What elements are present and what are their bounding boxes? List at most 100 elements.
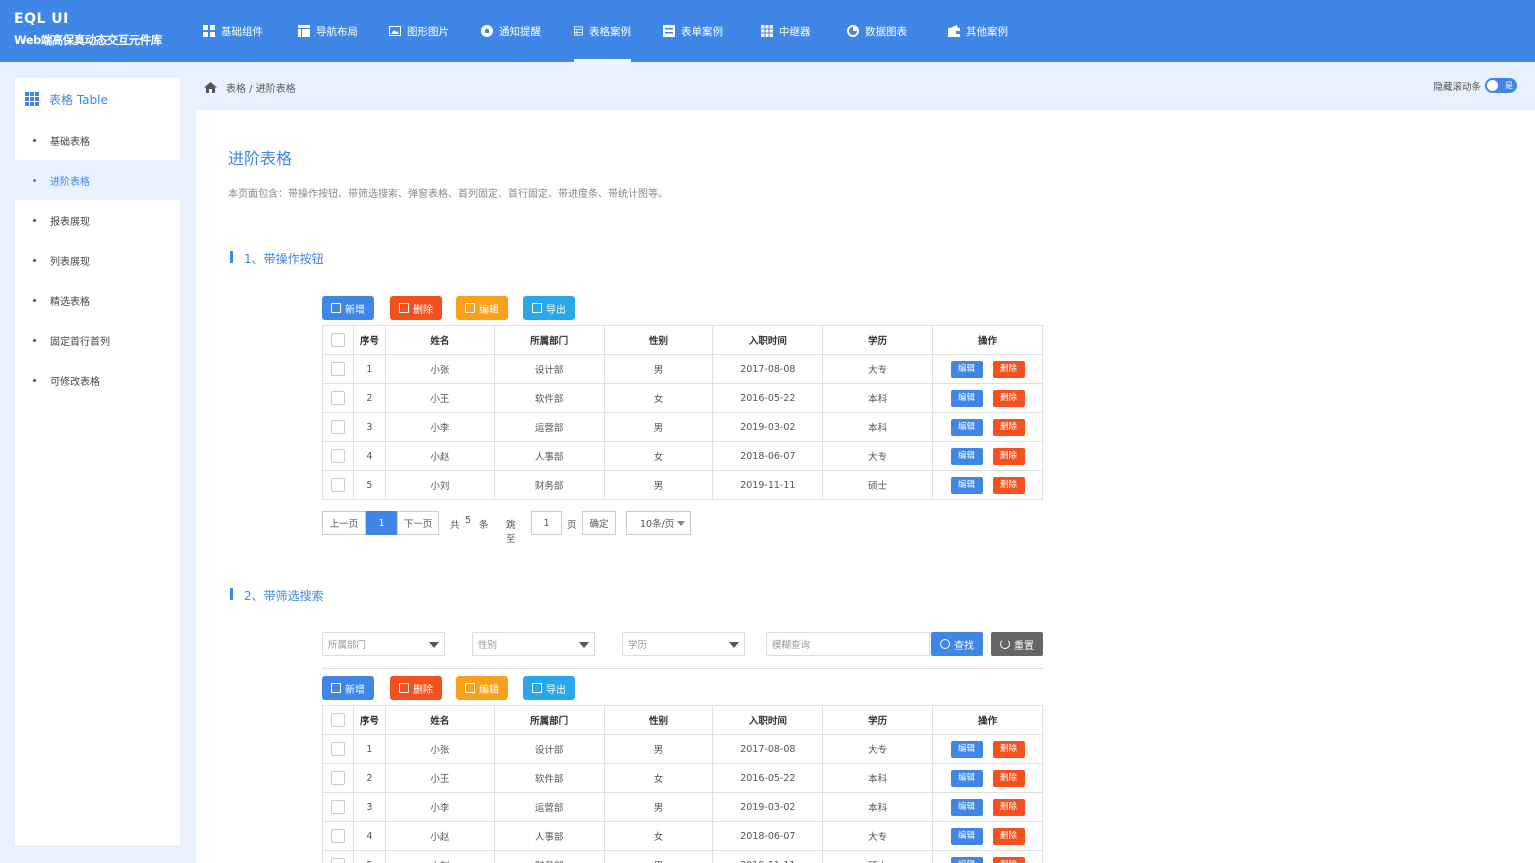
row-checkbox[interactable] <box>330 420 345 434</box>
row-checkbox[interactable] <box>330 771 345 785</box>
table-cell: 1 <box>352 354 386 384</box>
row-delete-button[interactable]: 删除 <box>992 418 1025 436</box>
actions-cell: 编辑删除 <box>932 763 1043 793</box>
row-edit-button[interactable]: 编辑 <box>950 447 983 465</box>
sidebar-item-basic-table[interactable]: 基础表格 <box>15 120 180 160</box>
table-row: 1 小张 设计部男 2017-08-08 大专 编辑 删除 <box>322 734 1043 764</box>
row-edit-button[interactable]: 编辑 <box>950 856 983 863</box>
page-size-select[interactable]: 10条/页 <box>626 511 691 535</box>
row-delete-button[interactable]: 删除 <box>992 827 1025 845</box>
select-all-checkbox[interactable] <box>330 333 345 347</box>
export-button[interactable]: 导出 <box>523 296 575 320</box>
sidebar-item-editable[interactable]: 可修改表格 <box>15 360 180 400</box>
nav-label: 导航布局 <box>316 25 358 38</box>
row-edit-button[interactable]: 编辑 <box>950 740 983 758</box>
next-page-button[interactable]: 下一页 <box>397 511 439 535</box>
sidebar-item-fixed[interactable]: 固定首行首列 <box>15 320 180 360</box>
row-checkbox[interactable] <box>330 478 345 492</box>
nav-item-image[interactable]: 图形图片 <box>389 0 449 62</box>
export-button[interactable]: 导出 <box>523 676 575 700</box>
row-checkbox[interactable] <box>330 858 345 863</box>
section-title: 1、带操作按钮 <box>230 250 324 267</box>
sidebar-item-advanced-table[interactable]: 进阶表格 <box>15 160 180 200</box>
nav-item-notify[interactable]: 通知提醒 <box>481 0 541 62</box>
row-delete-button[interactable]: 删除 <box>992 360 1025 378</box>
nav-item-other[interactable]: 其他案例 <box>948 0 1008 62</box>
delete-button[interactable]: 删除 <box>390 676 442 700</box>
nav-label: 表单案例 <box>681 25 723 38</box>
apps-icon <box>25 92 39 106</box>
row-edit-button[interactable]: 编辑 <box>950 827 983 845</box>
table-cell: 2017-08-08 <box>712 734 824 764</box>
table-cell: 财务部 <box>493 850 605 863</box>
search-input[interactable]: 模糊查询 <box>766 632 930 656</box>
row-edit-button[interactable]: 编辑 <box>950 418 983 436</box>
row-select-cell <box>322 734 354 764</box>
col-header: 性别 <box>603 325 714 355</box>
table-cell: 1 <box>352 734 386 764</box>
page-1-button[interactable]: 1 <box>366 511 397 535</box>
home-icon[interactable] <box>204 82 217 93</box>
table-cell: 人事部 <box>493 441 605 471</box>
sidebar-item-report[interactable]: 报表展现 <box>15 200 180 240</box>
table-cell: 财务部 <box>493 470 605 500</box>
row-edit-button[interactable]: 编辑 <box>950 476 983 494</box>
sidebar-item-list[interactable]: 列表展现 <box>15 240 180 280</box>
nav-item-basic[interactable]: 基础组件 <box>203 0 263 62</box>
row-edit-button[interactable]: 编辑 <box>950 389 983 407</box>
scrollbar-toggle[interactable]: 是 <box>1485 78 1517 93</box>
edit-button[interactable]: 编辑 <box>456 676 508 700</box>
table-cell: 男 <box>603 354 714 384</box>
row-checkbox[interactable] <box>330 829 345 843</box>
row-edit-button[interactable]: 编辑 <box>950 360 983 378</box>
row-delete-button[interactable]: 删除 <box>992 798 1025 816</box>
row-checkbox[interactable] <box>330 362 345 376</box>
row-delete-button[interactable]: 删除 <box>992 769 1025 787</box>
dept-select[interactable]: 所属部门 <box>322 632 445 656</box>
delete-button[interactable]: 删除 <box>390 296 442 320</box>
sidebar-item-featured[interactable]: 精选表格 <box>15 280 180 320</box>
layout-icon <box>298 25 310 37</box>
sidebar-header[interactable]: 表格 Table <box>15 78 180 120</box>
nav-item-table[interactable]: 表格案例 <box>574 0 631 62</box>
reset-button[interactable]: 重置 <box>991 632 1043 656</box>
edit-button[interactable]: 编辑 <box>456 296 508 320</box>
table-cell: 女 <box>603 441 714 471</box>
row-checkbox[interactable] <box>330 391 345 405</box>
nav-label: 表格案例 <box>589 25 631 38</box>
breadcrumb: 表格 / 进阶表格 <box>204 80 296 95</box>
search-button[interactable]: 查找 <box>931 632 983 656</box>
col-header: 姓名 <box>384 705 495 735</box>
nav-item-chart[interactable]: 数据图表 <box>847 0 907 62</box>
row-delete-button[interactable]: 删除 <box>992 447 1025 465</box>
brand[interactable]: EQL UI Web端高保真动态交互元件库 <box>14 10 162 49</box>
row-edit-button[interactable]: 编辑 <box>950 769 983 787</box>
breadcrumb-text[interactable]: 表格 / 进阶表格 <box>226 80 296 95</box>
trash-icon <box>399 303 409 313</box>
table-cell: 2018-06-07 <box>712 441 824 471</box>
row-checkbox[interactable] <box>330 449 345 463</box>
row-checkbox[interactable] <box>330 742 345 756</box>
col-header: 学历 <box>822 705 934 735</box>
add-button[interactable]: 新增 <box>322 296 374 320</box>
prev-page-button[interactable]: 上一页 <box>322 511 366 535</box>
actions-cell: 编辑删除 <box>932 412 1043 442</box>
nav-item-layout[interactable]: 导航布局 <box>298 0 358 62</box>
jump-confirm-button[interactable]: 确定 <box>582 511 616 535</box>
education-select[interactable]: 学历 <box>622 632 745 656</box>
select-all-checkbox[interactable] <box>330 713 345 727</box>
jump-page-input[interactable]: 1 <box>531 511 562 535</box>
table-cell: 人事部 <box>493 821 605 851</box>
nav-item-repeater[interactable]: 中继器 <box>761 0 811 62</box>
table-cell: 女 <box>603 383 714 413</box>
row-checkbox[interactable] <box>330 800 345 814</box>
row-delete-button[interactable]: 删除 <box>992 856 1025 863</box>
row-delete-button[interactable]: 删除 <box>992 389 1025 407</box>
nav-item-form[interactable]: 表单案例 <box>663 0 723 62</box>
row-delete-button[interactable]: 删除 <box>992 476 1025 494</box>
gender-select[interactable]: 性别 <box>472 632 595 656</box>
add-button[interactable]: 新增 <box>322 676 374 700</box>
row-edit-button[interactable]: 编辑 <box>950 798 983 816</box>
row-delete-button[interactable]: 删除 <box>992 740 1025 758</box>
scrollbar-toggle-group: 隐藏滚动条 是 <box>1433 78 1517 93</box>
